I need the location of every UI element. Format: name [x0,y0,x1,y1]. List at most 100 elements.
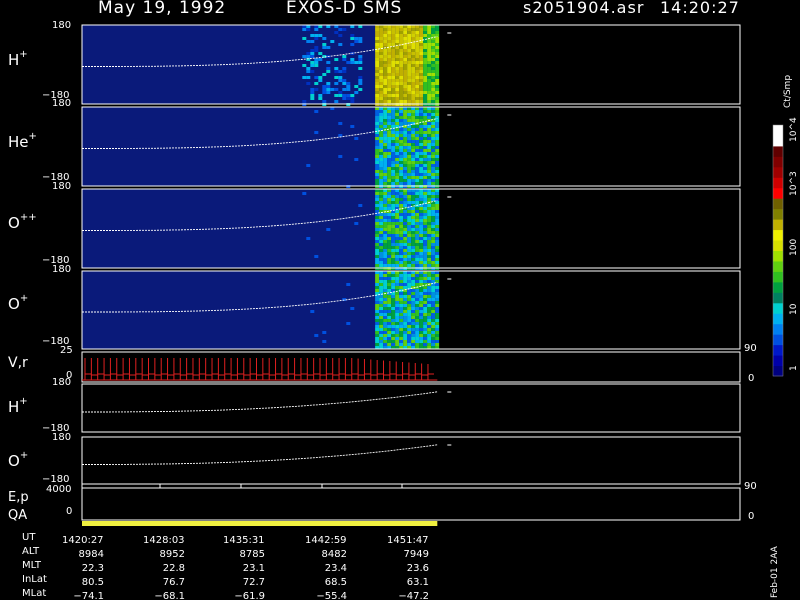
heatmap-cell [387,289,392,292]
heatmap-cell [379,125,384,128]
heatmap-cell [342,79,347,82]
heatmap-cell [379,216,384,219]
heatmap-cell [395,143,400,146]
heatmap-cell [435,119,440,122]
heatmap-cell [375,152,380,155]
heatmap-cell [407,73,412,76]
heatmap-cell [395,240,400,243]
heatmap-cell [415,155,420,158]
heatmap-cell [435,155,440,158]
heatmap-cell [387,167,392,170]
heatmap-cell [399,310,404,313]
heatmap-cell [403,310,408,313]
heatmap-cell [399,301,404,304]
heatmap-cell [403,328,408,331]
heatmap-cell [375,343,380,346]
heatmap-cell [379,286,384,289]
heatmap-cell [407,37,412,40]
heatmap-cell [322,91,327,94]
heatmap-cell [383,231,388,234]
heatmap-cell [403,337,408,340]
heatmap-cell [387,225,392,228]
heatmap-cell [395,55,400,58]
heatmap-cell [375,340,380,343]
heatmap-cell [419,289,424,292]
colorbar-segment [773,135,783,147]
orbit-table-cell: −74.1 [73,591,104,600]
heatmap-cell [379,146,384,149]
heatmap-cell [407,225,412,228]
heatmap-cell [379,313,384,316]
heatmap-cell [427,182,432,185]
heatmap-cell [419,128,424,131]
heatmap-cell [411,198,416,201]
heatmap-cell [431,328,436,331]
heatmap-cell [391,298,396,301]
heatmap-cell [395,343,400,346]
heatmap-cell [407,46,412,49]
heatmap-cell [358,88,363,91]
heatmap-cell [411,301,416,304]
heatmap-cell [387,52,392,55]
heatmap-cell [391,179,396,182]
heatmap-cell [427,337,432,340]
heatmap-cell [407,210,412,213]
heatmap-cell [354,158,359,161]
heatmap-cell [379,182,384,185]
heatmap-cell [419,110,424,113]
heatmap-cell [419,116,424,119]
colorbar-segment [773,302,783,314]
heatmap-cell [415,343,420,346]
file-time: 14:20:27 [660,0,740,17]
heatmap-cell [395,213,400,216]
heatmap-cell [411,234,416,237]
heatmap-cell [395,100,400,103]
heatmap-cell [427,213,432,216]
heatmap-cell [314,334,319,337]
heatmap-cell [423,228,428,231]
heatmap-cell [415,331,420,334]
heatmap-cell [411,143,416,146]
heatmap-cell [415,264,420,267]
heatmap-cell [403,252,408,255]
heatmap-cell [403,298,408,301]
heatmap-cell [399,277,404,280]
orbit-table-cell: 1428:03 [143,535,185,546]
heatmap-cell [383,325,388,328]
heatmap-cell [387,337,392,340]
heatmap-cell [383,143,388,146]
heatmap-cell [395,264,400,267]
heatmap-cell [379,143,384,146]
heatmap-cell [415,143,420,146]
ep-right-top: 90 [744,481,757,492]
heatmap-cell [383,313,388,316]
heatmap-cell [395,137,400,140]
heatmap-cell [403,79,408,82]
heatmap-cell [379,161,384,164]
heatmap-cell [407,243,412,246]
heatmap-cell [383,100,388,103]
heatmap-cell [314,58,319,61]
heatmap-cell [383,286,388,289]
heatmap-cell [375,113,380,116]
heatmap-cell [431,125,436,128]
heatmap-cell [383,213,388,216]
heatmap-cell [403,52,408,55]
heatmap-cell [379,158,384,161]
heatmap-cell [391,146,396,149]
heatmap-cell [411,307,416,310]
heatmap-cell [431,113,436,116]
heatmap-cell [379,343,384,346]
heatmap-cell [435,94,440,97]
heatmap-cell [403,116,408,119]
heatmap-cell [338,34,343,37]
heatmap-cell [387,295,392,298]
heatmap-cell [423,328,428,331]
heatmap-cell [407,304,412,307]
heatmap-cell [411,76,416,79]
heatmap-cell [431,292,436,295]
heatmap-cell [391,310,396,313]
heatmap-cell [399,61,404,64]
heatmap-cell [403,292,408,295]
heatmap-cell [435,295,440,298]
